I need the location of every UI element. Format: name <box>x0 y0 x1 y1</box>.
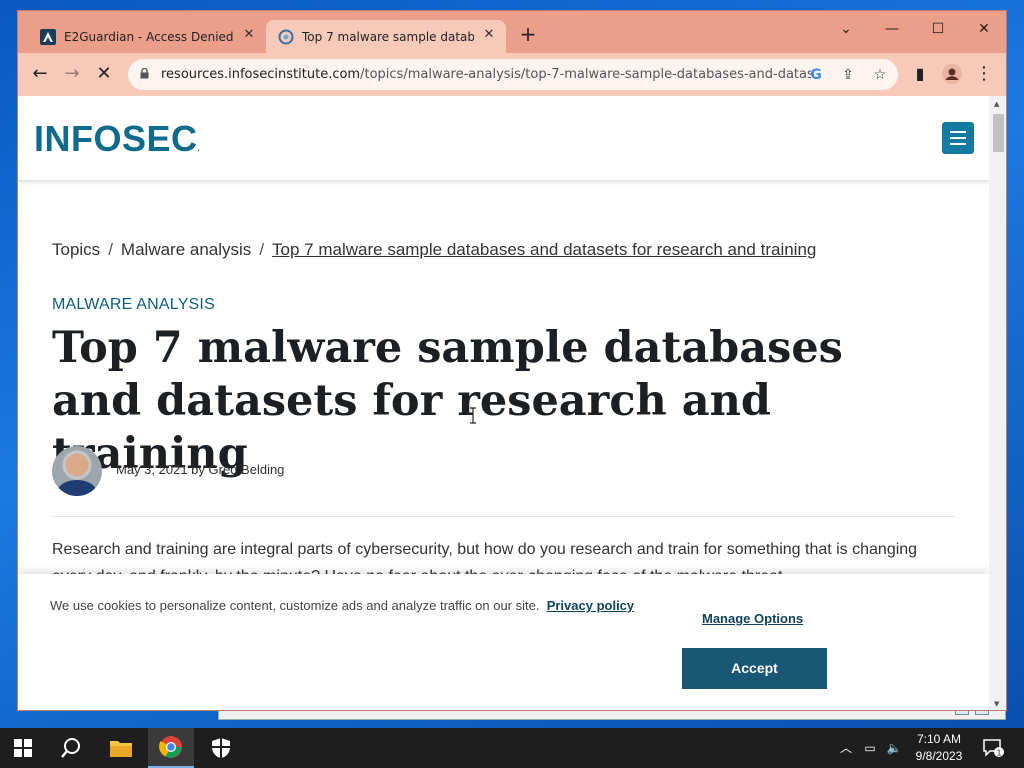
scroll-up-icon[interactable]: ▲ <box>994 100 999 108</box>
cookie-banner: We use cookies to personalize content, c… <box>18 574 989 710</box>
minimize-button[interactable]: — <box>878 17 906 41</box>
breadcrumb-malware-analysis[interactable]: Malware analysis <box>121 240 251 259</box>
more-menu-icon[interactable]: ⋮ <box>972 63 996 87</box>
author-name[interactable]: Greg Belding <box>209 462 285 477</box>
network-icon[interactable]: ▭ <box>862 740 878 756</box>
publish-date: May 3, 2021 <box>116 462 188 477</box>
tab-strip: E2Guardian - Access Denied ✕ Top 7 malwa… <box>18 11 1006 53</box>
windows-start-icon[interactable] <box>0 728 46 768</box>
infosec-logo[interactable]: INFOSEC. <box>34 118 200 160</box>
tab-title: Top 7 malware sample databases <box>302 29 474 44</box>
google-lens-icon[interactable]: G <box>806 65 826 85</box>
forward-arrow-icon[interactable]: → <box>60 63 84 87</box>
scrollbar-thumb[interactable] <box>993 114 1004 152</box>
browser-toolbar: ← → ✕ resources.infosecinstitute.com/top… <box>18 53 1006 96</box>
breadcrumb-separator: / <box>259 240 265 259</box>
new-tab-button[interactable]: + <box>518 24 538 45</box>
cookie-text: We use cookies to personalize content, c… <box>50 598 540 613</box>
tab-search-chevron-icon[interactable]: ⌄ <box>832 17 860 41</box>
notification-count: 1 <box>997 749 1002 758</box>
close-window-button[interactable]: ✕ <box>970 17 998 41</box>
text-cursor-icon <box>470 407 476 424</box>
volume-muted-icon[interactable]: 🔈 <box>886 740 902 756</box>
search-icon[interactable] <box>48 728 94 768</box>
tab-e2guardian[interactable]: E2Guardian - Access Denied ✕ <box>30 20 266 53</box>
clock-date: 9/8/2023 <box>915 749 963 763</box>
byline-by: by <box>191 462 205 477</box>
share-icon[interactable]: ⇪ <box>838 65 858 85</box>
article-meta: May 3, 2021 by Greg Belding <box>116 462 284 477</box>
scroll-down-icon[interactable]: ▼ <box>994 700 999 708</box>
clock[interactable]: 7:10 AM 9/8/2023 <box>904 731 974 765</box>
clock-time: 7:10 AM <box>916 732 962 746</box>
tab-infosec-article[interactable]: Top 7 malware sample databases ✕ <box>266 20 506 53</box>
close-tab-icon[interactable]: ✕ <box>482 28 496 42</box>
article-title: Top 7 malware sample databases and datas… <box>52 323 843 479</box>
close-tab-icon[interactable]: ✕ <box>242 28 256 42</box>
breadcrumb-topics[interactable]: Topics <box>52 240 100 259</box>
taskbar: ︿ ▭ 🔈 7:10 AM 9/8/2023 1 <box>0 728 1024 768</box>
url-text[interactable]: resources.infosecinstitute.com/topics/ma… <box>161 67 811 82</box>
breadcrumb: Topics / Malware analysis / Top 7 malware sa… <box>52 240 816 260</box>
chevron-up-icon[interactable]: ︿ <box>838 740 854 756</box>
side-panel-icon[interactable]: ▮ <box>908 63 932 87</box>
cookie-message: We use cookies to personalize content, c… <box>50 596 640 615</box>
back-arrow-icon[interactable]: ← <box>28 63 52 87</box>
divider <box>52 516 955 517</box>
file-explorer-icon[interactable] <box>98 728 144 768</box>
url-path: /topics/malware-analysis/top-7-malware-s… <box>360 67 811 82</box>
article-category[interactable]: MALWARE ANALYSIS <box>52 296 215 314</box>
hamburger-menu-icon[interactable] <box>942 122 974 154</box>
page-viewport: INFOSEC. Topics / Malware analysis / Top 7 m… <box>18 96 1006 710</box>
breadcrumb-separator: / <box>108 240 113 259</box>
chrome-icon[interactable] <box>148 728 194 768</box>
author-avatar[interactable] <box>52 446 102 496</box>
breadcrumb-current[interactable]: Top 7 malware sample databases and datas… <box>272 240 816 259</box>
stop-loading-icon[interactable]: ✕ <box>92 63 116 87</box>
bookmark-star-icon[interactable]: ☆ <box>870 65 890 85</box>
lock-icon <box>140 68 149 79</box>
security-shield-icon[interactable] <box>198 728 244 768</box>
tab-title: E2Guardian - Access Denied <box>64 29 234 44</box>
site-header: INFOSEC. <box>18 96 989 182</box>
profile-avatar-icon[interactable] <box>940 63 964 87</box>
maximize-button[interactable]: ☐ <box>924 17 952 41</box>
page-scrollbar[interactable]: ▲ ▼ <box>989 96 1006 710</box>
address-bar[interactable]: resources.infosecinstitute.com/topics/ma… <box>128 59 898 90</box>
manage-options-link[interactable]: Manage Options <box>702 611 803 626</box>
privacy-policy-link[interactable]: Privacy policy <box>547 598 634 613</box>
accept-cookies-button[interactable]: Accept <box>682 648 827 689</box>
e2guardian-icon <box>40 28 56 45</box>
url-host: resources.infosecinstitute.com <box>161 67 361 82</box>
infosec-favicon-icon <box>278 29 294 44</box>
notification-center-icon[interactable]: 1 <box>982 738 1004 758</box>
browser-window: E2Guardian - Access Denied ✕ Top 7 malwa… <box>17 10 1007 711</box>
